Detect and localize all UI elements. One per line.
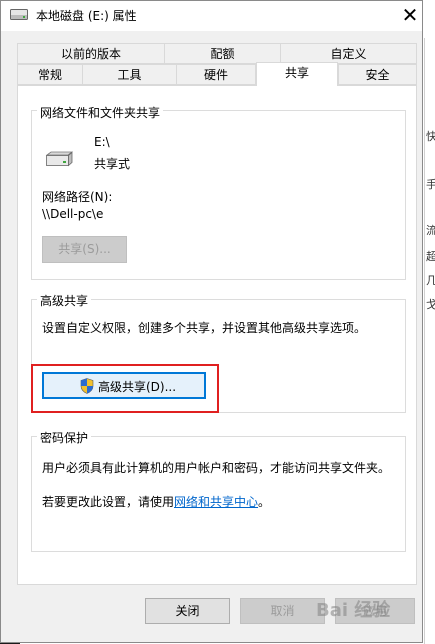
tab-security[interactable]: 安全 [338,64,417,85]
tab-sharing[interactable]: 共享 [256,62,338,86]
drive-icon [45,151,73,167]
tab-hardware[interactable]: 硬件 [176,64,256,85]
close-icon[interactable]: ✕ [398,3,422,27]
share-status: 共享式 [94,157,131,171]
password-change-suffix: 。 [258,495,271,509]
share-button[interactable]: 共享(S)... [42,236,127,263]
password-change-prefix: 若要更改此设置，请使用 [42,495,175,509]
highlight-annotation [31,364,219,413]
password-change-hint: 若要更改此设置，请使用网络和共享中心。 [42,493,270,510]
background-text: 几 [426,274,435,287]
network-path-label: 网络路径(N): [42,190,113,204]
network-share-group-title: 网络文件和文件夹共享 [37,104,164,121]
tab-previous-versions[interactable]: 以前的版本 [17,43,165,64]
advanced-share-description: 设置自定义权限，创建多个共享，并设置其他高级共享选项。 [42,321,367,335]
background-text: 超 [426,250,435,263]
close-button[interactable]: 关闭 [145,598,230,624]
background-text: 戈 [426,298,435,311]
drive-name: E:\ [94,135,110,149]
watermark: Bai 经验 [316,600,391,621]
network-path-value: \\Dell-pc\e [42,207,104,221]
background-text: 流 [426,224,435,237]
window-title: 本地磁盘 (E:) 属性 [36,9,137,23]
tab-quota[interactable]: 配额 [164,43,281,64]
background-text: 快 [426,130,435,143]
password-description: 用户必须具有此计算机的用户帐户和密码，才能访问共享文件夹。 [42,461,391,475]
advanced-share-group-title: 高级共享 [37,292,92,309]
tab-general[interactable]: 常规 [17,64,83,85]
background-text: 手 [426,178,435,191]
cancel-button[interactable]: 取消 [240,598,325,624]
drive-icon [10,9,28,20]
tab-tools[interactable]: 工具 [82,64,177,85]
password-protection-group-title: 密码保护 [37,429,92,446]
network-sharing-center-link[interactable]: 网络和共享中心 [174,495,258,509]
tab-customize[interactable]: 自定义 [280,43,417,64]
